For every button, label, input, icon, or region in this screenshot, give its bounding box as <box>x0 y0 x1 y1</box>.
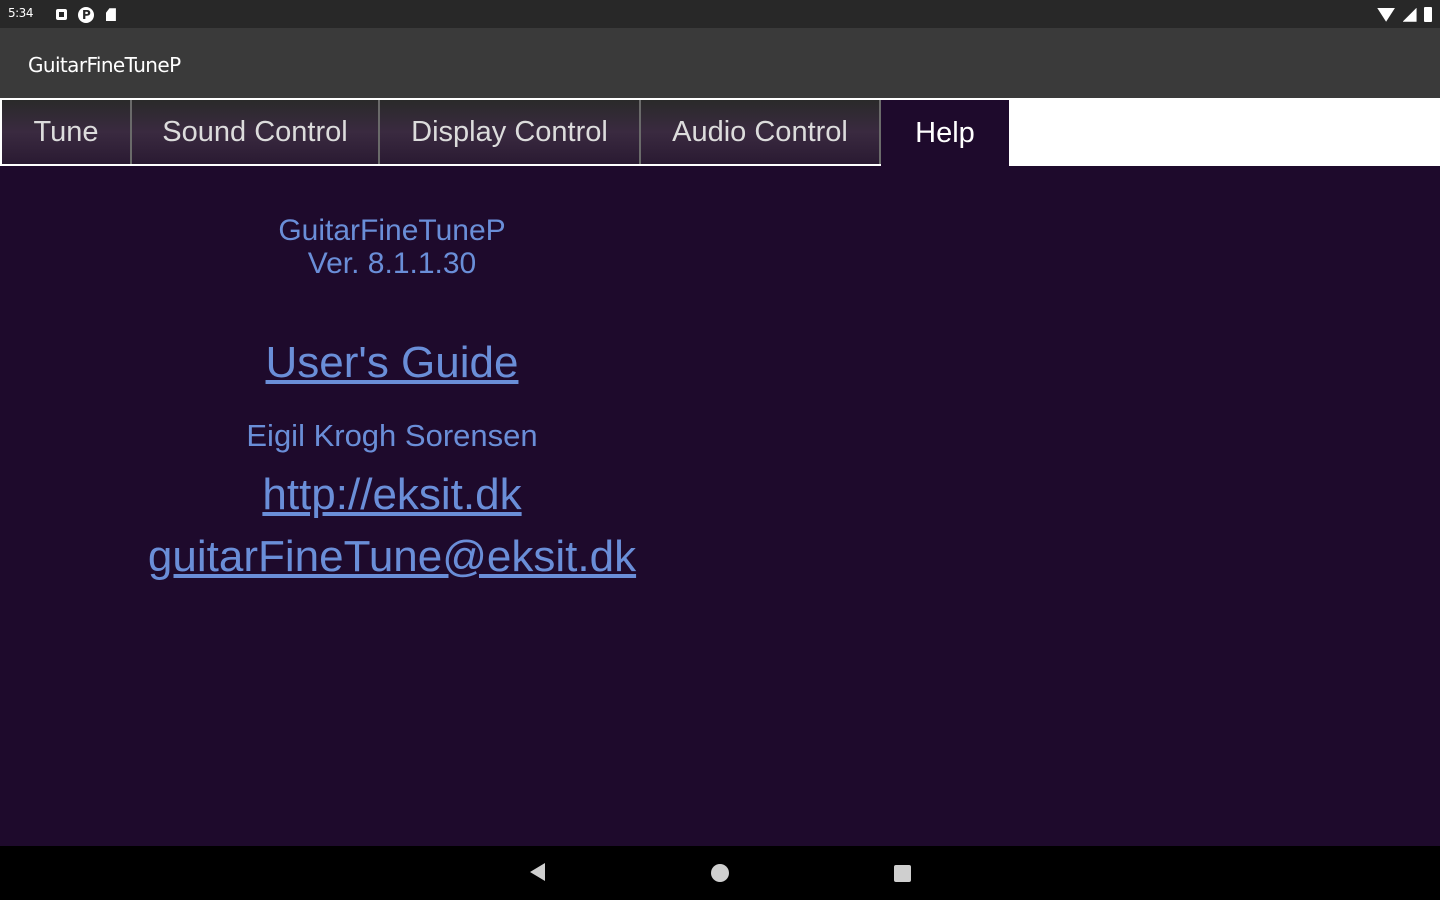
cell-signal-icon <box>1402 7 1417 22</box>
battery-icon <box>1424 7 1432 23</box>
tab-label: Audio Control <box>672 115 848 148</box>
help-content: GuitarFineTuneP Ver. 8.1.1.30 User's Gui… <box>0 166 1440 846</box>
help-version: Ver. 8.1.1.30 <box>307 247 477 280</box>
tab-label: Help <box>915 116 975 149</box>
help-app-name: GuitarFineTuneP <box>278 214 506 247</box>
tab-help[interactable]: Help <box>881 100 1009 166</box>
author-name: Eigil Krogh Sorensen <box>246 418 538 453</box>
app-title: GuitarFineTuneP <box>28 53 181 77</box>
app-bar: GuitarFineTuneP <box>0 28 1440 98</box>
home-icon[interactable] <box>711 864 729 882</box>
navigation-bar <box>0 846 1440 900</box>
tab-sound-control[interactable]: Sound Control <box>132 100 380 164</box>
wifi-icon <box>1377 7 1396 22</box>
tab-display-control[interactable]: Display Control <box>380 100 641 164</box>
notification-square-icon <box>56 9 67 21</box>
users-guide-link[interactable]: User's Guide <box>92 338 692 388</box>
sd-card-icon <box>105 8 116 22</box>
status-icons-left: P <box>56 6 123 23</box>
notification-p-icon: P <box>78 6 95 23</box>
tab-tune[interactable]: Tune <box>2 100 132 164</box>
status-bar: 5:34 P <box>0 0 1440 28</box>
website-link[interactable]: http://eksit.dk <box>92 470 692 520</box>
tab-audio-control[interactable]: Audio Control <box>641 100 881 164</box>
recents-icon[interactable] <box>894 865 911 882</box>
tab-label: Display Control <box>411 115 608 148</box>
email-link[interactable]: guitarFineTune@eksit.dk <box>92 532 692 582</box>
status-icons-right <box>1374 6 1432 23</box>
tab-label: Sound Control <box>162 115 348 148</box>
status-time: 5:34 <box>8 6 33 20</box>
tab-bar: Tune Sound Control Display Control Audio… <box>0 98 1440 166</box>
back-icon[interactable] <box>530 863 545 881</box>
tab-label: Tune <box>33 115 99 148</box>
